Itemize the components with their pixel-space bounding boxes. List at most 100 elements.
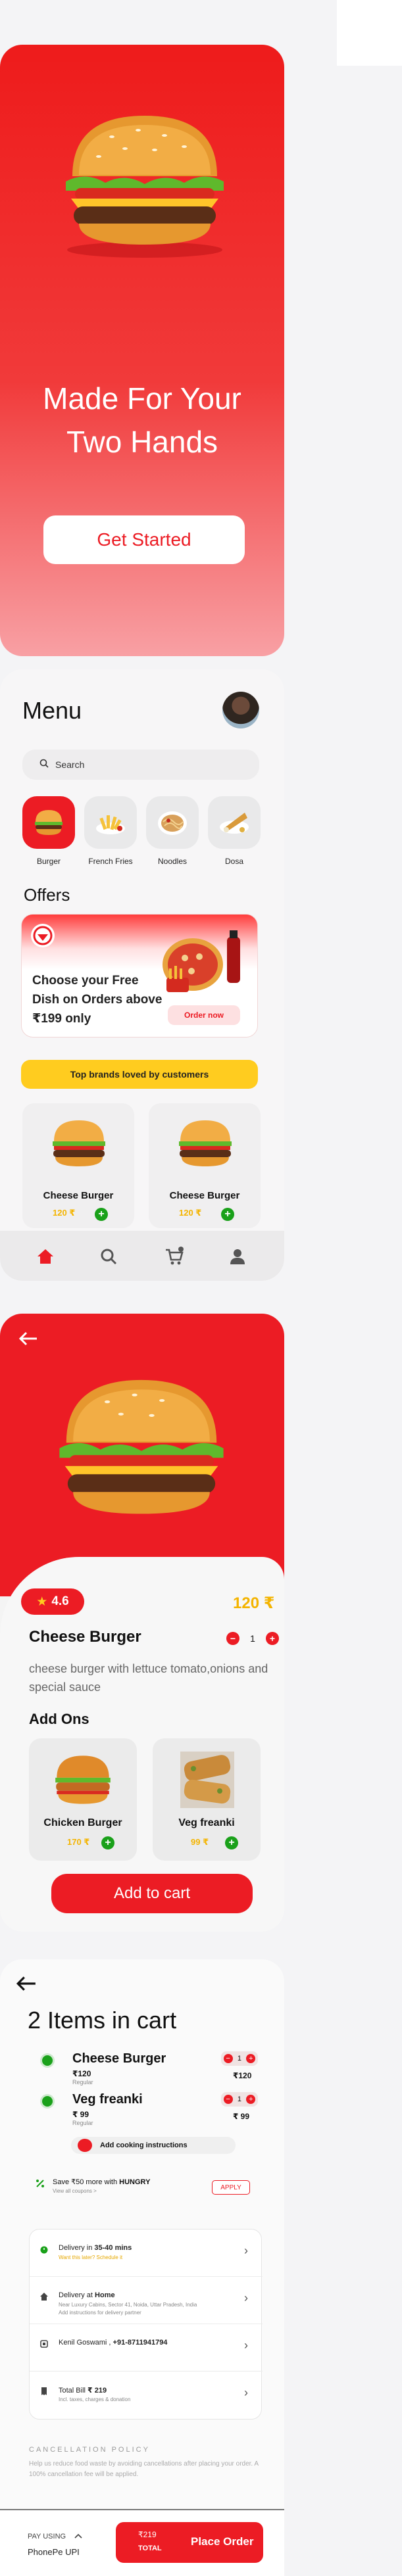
order-info-card: Delivery in 35-40 mins Want this later? … — [29, 2229, 263, 2420]
home-icon[interactable] — [34, 1245, 57, 1268]
offer-food-image — [153, 925, 252, 1001]
apply-coupon-button[interactable]: APPLY — [212, 2180, 250, 2195]
product-card[interactable]: Cheese Burger 120 ₹ + — [149, 1103, 261, 1228]
get-started-button[interactable]: Get Started — [43, 515, 245, 564]
cart-item: Veg freanki ₹ 99 Regular − 1 + ₹ 99 — [36, 2092, 259, 2126]
chevron-up-icon — [74, 2533, 82, 2540]
product-description: cheese burger with lettuce tomato,onions… — [29, 1662, 268, 1694]
decrease-button[interactable]: − — [226, 1632, 239, 1645]
product-card[interactable]: Cheese Burger 120 ₹ + — [22, 1103, 134, 1228]
chevron-right-icon: › — [244, 2339, 248, 2352]
offer-logo-icon — [31, 924, 55, 947]
product-price: 120 ₹ — [53, 1208, 76, 1218]
timer-icon — [39, 2244, 49, 2254]
decrease-button[interactable]: − — [223, 2095, 233, 2104]
search-icon[interactable] — [97, 1245, 120, 1268]
delivery-time-row[interactable]: Delivery in 35-40 mins Want this later? … — [30, 2230, 263, 2277]
item-price: ₹ 99 — [72, 2110, 89, 2119]
addon-price: 99 ₹ — [191, 1837, 209, 1847]
burger-icon — [22, 796, 75, 849]
rating-value: 4.6 — [51, 1594, 69, 1608]
wrap-image — [180, 1752, 234, 1808]
cart-icon[interactable] — [163, 1245, 186, 1268]
quantity-value: 1 — [237, 2095, 242, 2103]
order-total-label: TOTAL — [138, 2544, 162, 2552]
veg-indicator-icon — [42, 2055, 53, 2066]
addon-name: Chicken Burger — [43, 1817, 122, 1828]
chevron-right-icon: › — [244, 2386, 248, 2399]
profile-icon[interactable] — [226, 1245, 249, 1268]
avatar[interactable] — [222, 692, 259, 728]
category-label: Dosa — [224, 857, 243, 866]
add-icon[interactable]: + — [95, 1208, 108, 1221]
product-name: Cheese Burger — [29, 1628, 141, 1646]
item-name: Veg freanki — [72, 2092, 143, 2107]
search-icon — [39, 759, 49, 771]
splash-title: Made For Your Two Hands — [43, 381, 241, 459]
product-price: 120 ₹ — [233, 1594, 275, 1612]
category-french-fries[interactable]: French Fries — [84, 796, 137, 866]
category-dosa[interactable]: Dosa — [208, 796, 261, 866]
quantity-value: 1 — [250, 1633, 255, 1644]
fries-icon — [84, 796, 137, 849]
add-icon[interactable]: + — [221, 1208, 234, 1221]
noodles-icon — [146, 796, 199, 849]
total-bill-row[interactable]: Total Bill ₹ 219 Incl. taxes, charges & … — [30, 2372, 263, 2419]
order-now-button[interactable]: Order now — [168, 1005, 240, 1025]
cancellation-policy-text: Help us reduce food waste by avoiding ca… — [29, 2460, 259, 2478]
bottom-tab-bar — [0, 1231, 284, 1281]
add-icon[interactable]: + — [101, 1836, 114, 1849]
contact-row[interactable]: Kenil Goswami , +91-8711941794 › — [30, 2324, 263, 2372]
quantity-value: 1 — [237, 2055, 242, 2063]
item-total: ₹120 — [233, 2071, 252, 2080]
quantity-stepper: − 1 + — [221, 2051, 258, 2066]
place-order-button[interactable]: ₹219 TOTAL Place Order — [116, 2522, 263, 2563]
offers-heading: Offers — [24, 885, 70, 905]
item-price: ₹120 — [72, 2069, 91, 2078]
increase-button[interactable]: + — [265, 1632, 279, 1645]
item-total: ₹ 99 — [233, 2112, 250, 2121]
add-to-cart-button[interactable]: Add to cart — [51, 1874, 253, 1913]
product-detail-screen: ★ 4.6 120 ₹ Cheese Burger − 1 + cheese b… — [0, 1314, 284, 1932]
search-bar[interactable]: Search — [22, 750, 259, 780]
chevron-right-icon: › — [244, 2291, 248, 2304]
addon-card[interactable]: Chicken Burger 170 ₹ + — [29, 1738, 137, 1861]
search-input[interactable]: Search — [55, 759, 84, 770]
coupon-text: Save ₹50 more with HUNGRY — [53, 2178, 151, 2186]
checkout-bar: PAY USING PhonePe UPI ₹219 TOTAL Place O… — [0, 2509, 284, 2576]
category-label: Noodles — [157, 857, 188, 866]
pay-using-toggle[interactable]: PAY USING — [28, 2533, 82, 2540]
star-icon: ★ — [36, 1594, 48, 1609]
addons-heading: Add Ons — [29, 1711, 89, 1727]
category-noodles[interactable]: Noodles — [146, 796, 199, 866]
increase-button[interactable]: + — [246, 2054, 256, 2063]
delivery-address-row[interactable]: Delivery at Home Near Luxury Cabins, Sec… — [30, 2277, 263, 2324]
background-panel — [337, 0, 402, 66]
addon-price: 170 ₹ — [67, 1837, 90, 1847]
decrease-button[interactable]: − — [223, 2054, 233, 2063]
cart-item: Cheese Burger ₹120 Regular − 1 + ₹120 — [36, 2051, 259, 2086]
addon-card[interactable]: Veg freanki 99 ₹ + — [153, 1738, 261, 1861]
offer-text: Choose your Free Dish on Orders above ₹1… — [32, 974, 163, 1026]
category-label: Burger — [36, 857, 61, 866]
back-arrow-icon[interactable] — [16, 1975, 37, 1995]
place-order-label: Place Order — [191, 2535, 254, 2548]
back-arrow-icon[interactable] — [18, 1331, 38, 1350]
category-burger[interactable]: Burger — [22, 796, 75, 866]
menu-screen: Menu Search Burger French Fries Noodles … — [0, 669, 284, 1281]
brands-banner[interactable]: Top brands loved by customers — [21, 1060, 258, 1089]
burger-image — [59, 110, 230, 262]
page-title: Menu — [22, 697, 82, 724]
burger-image — [53, 1374, 230, 1535]
home-icon — [39, 2291, 49, 2302]
add-icon[interactable]: + — [225, 1836, 238, 1849]
dosa-icon — [208, 796, 261, 849]
view-coupons-link[interactable]: View all coupons > — [53, 2188, 97, 2194]
increase-button[interactable]: + — [246, 2095, 256, 2104]
offer-card[interactable]: Choose your Free Dish on Orders above ₹1… — [21, 914, 258, 1038]
item-name: Cheese Burger — [72, 2051, 166, 2066]
burger-image — [50, 1118, 108, 1172]
hero-panel — [0, 1314, 284, 1596]
cooking-instructions-button[interactable]: Add cooking instructions — [71, 2137, 236, 2154]
cart-screen: 2 Items in cart Cheese Burger ₹120 Regul… — [0, 1959, 284, 2576]
